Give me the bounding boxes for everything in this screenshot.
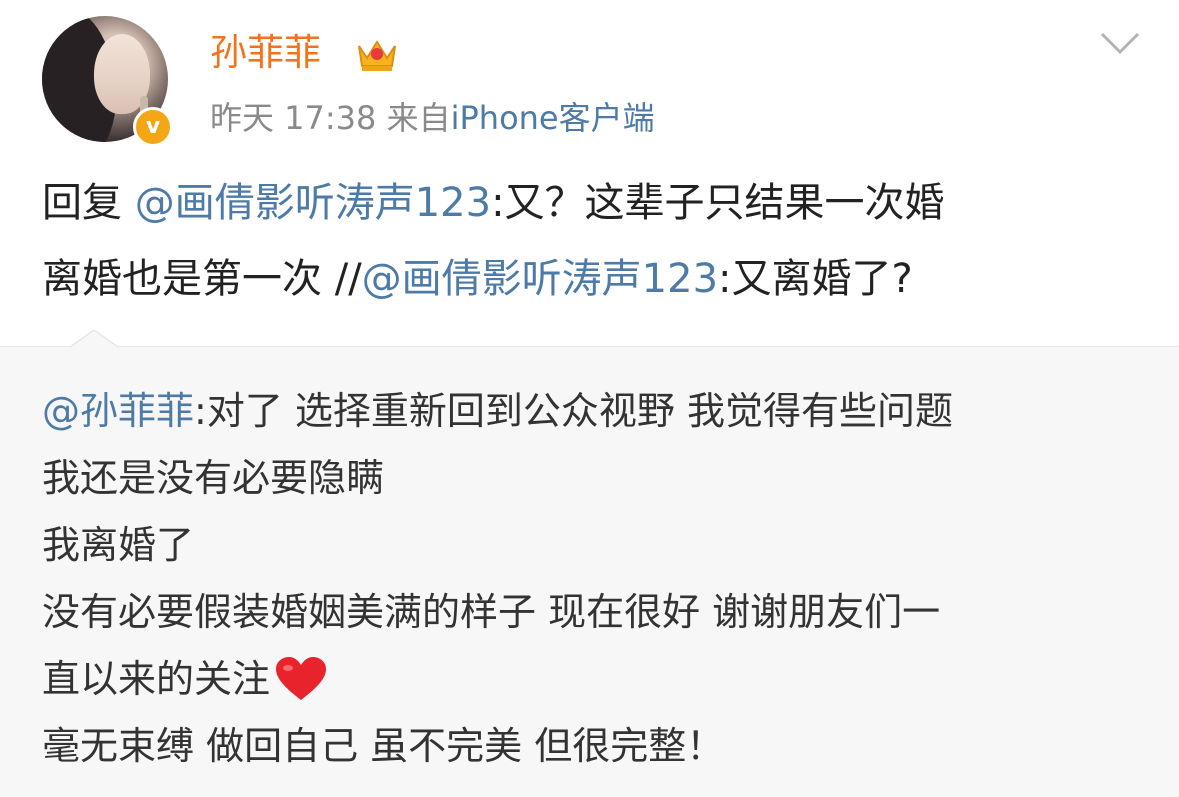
chevron-down-icon[interactable] xyxy=(1100,30,1140,56)
repost-line: @孙菲菲:对了 选择重新回到公众视野 我觉得有些问题 xyxy=(42,388,1152,434)
reply-suffix: :又离婚了? xyxy=(718,256,913,302)
source-prefix: 来自 xyxy=(386,99,451,137)
heart-emoji-icon xyxy=(276,657,327,700)
source-link[interactable]: iPhone客户端 xyxy=(451,99,655,137)
username[interactable]: 孙菲菲 xyxy=(210,28,321,78)
repost-separator: // xyxy=(334,256,362,302)
post-header: v 孙菲菲 昨天 17:38 来自iPhone客户端 xyxy=(0,0,1179,170)
reply-text: 回复 @画倩影听涛声123:又？这辈子只结果一次婚 离婚也是第一次 //@画倩影… xyxy=(42,178,1152,330)
repost-text: @孙菲菲:对了 选择重新回到公众视野 我觉得有些问题 我还是没有必要隐瞒 我离婚… xyxy=(42,388,1152,790)
post-meta: 昨天 17:38 来自iPhone客户端 xyxy=(210,96,655,140)
repost-line: 我还是没有必要隐瞒 xyxy=(42,456,385,500)
reply-prefix: 回复 xyxy=(42,180,122,226)
reply-line-2: 离婚也是第一次 //@画倩影听涛声123:又离婚了? xyxy=(42,254,1152,304)
repost-line-text: :对了 选择重新回到公众视野 我觉得有些问题 xyxy=(194,389,953,433)
reply-body-2: 离婚也是第一次 xyxy=(42,256,322,302)
repost-line-text: 直以来的关注 xyxy=(42,657,271,701)
mention-link[interactable]: @画倩影听涛声123 xyxy=(135,180,491,226)
repost-line: 没有必要假装婚姻美满的样子 现在很好 谢谢朋友们一 xyxy=(42,590,941,634)
reply-line-1: 回复 @画倩影听涛声123:又？这辈子只结果一次婚 xyxy=(42,178,1152,228)
crown-icon xyxy=(358,40,396,71)
reply-body: :又？这辈子只结果一次婚 xyxy=(491,180,945,226)
caret-up-icon xyxy=(70,330,118,348)
repost-line: 我离婚了 xyxy=(42,523,195,567)
repost-line: 毫无束缚 做回自己 虽不完美 但很完整！ xyxy=(42,724,725,768)
mention-link[interactable]: @孙菲菲 xyxy=(42,389,194,433)
repost-line: 直以来的关注 xyxy=(42,656,1152,702)
mention-link[interactable]: @画倩影听涛声123 xyxy=(362,256,718,302)
post-time: 昨天 17:38 xyxy=(210,99,377,137)
verified-badge-icon: v xyxy=(133,107,173,147)
